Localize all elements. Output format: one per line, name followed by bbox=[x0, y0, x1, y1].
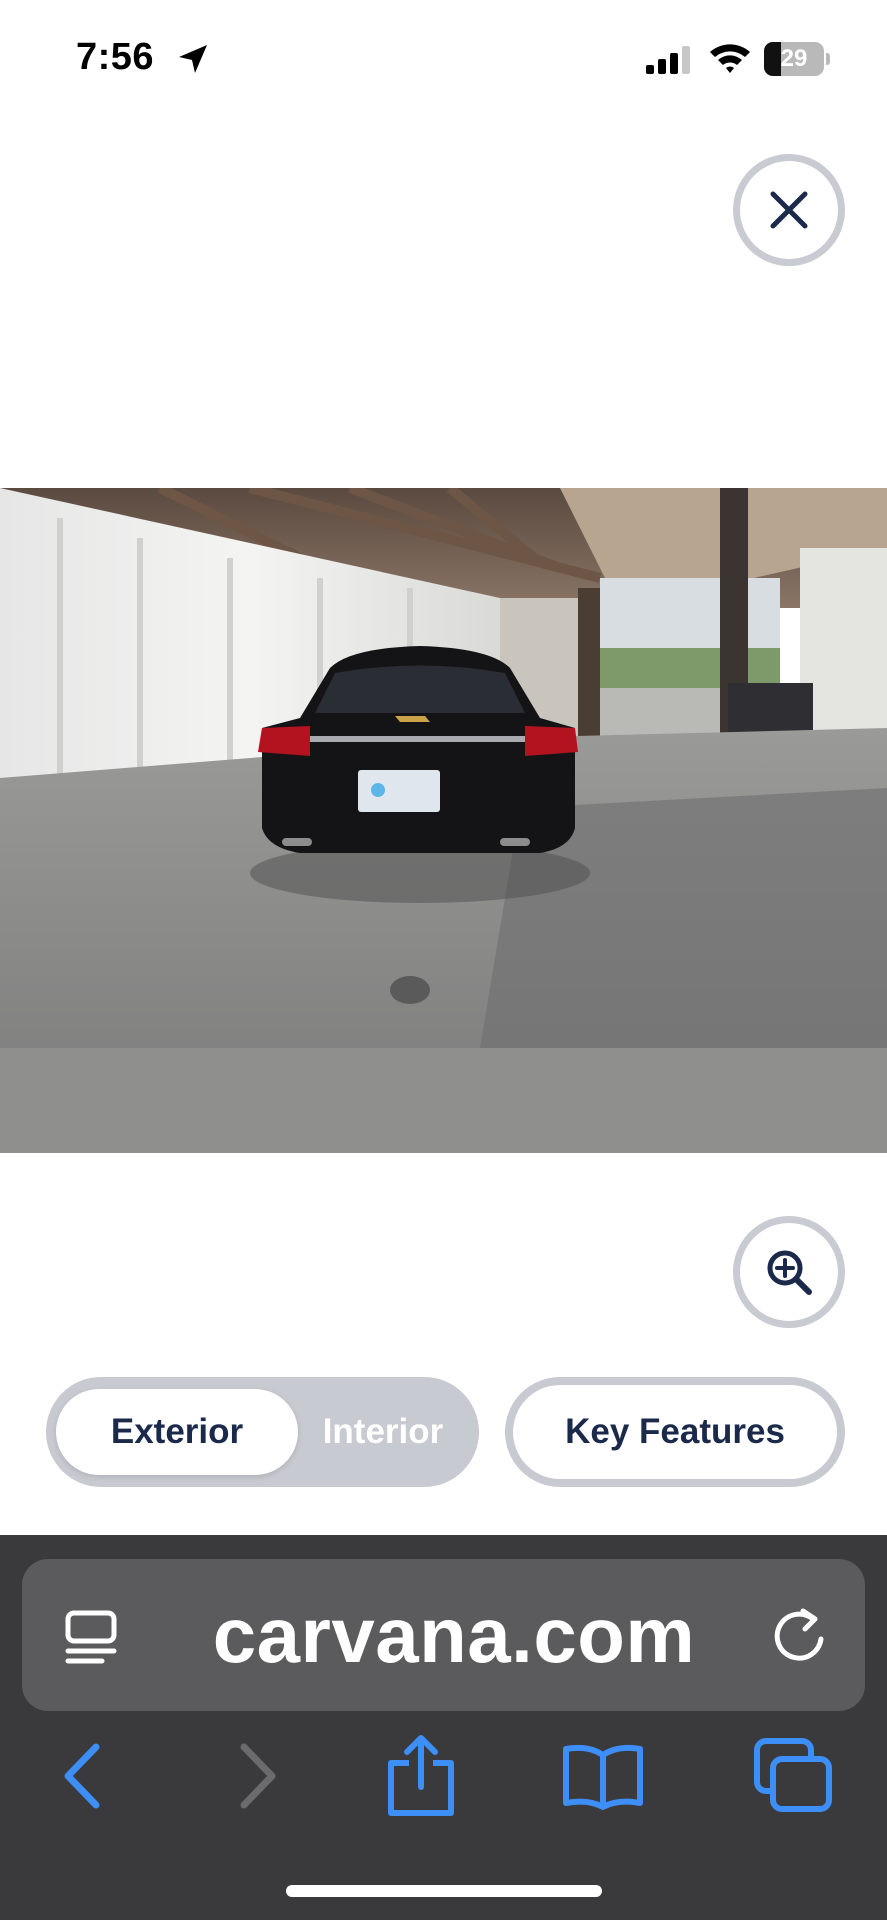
reader-mode-icon[interactable] bbox=[62, 1607, 122, 1667]
share-button[interactable] bbox=[376, 1731, 466, 1821]
tab-exterior[interactable]: Exterior bbox=[56, 1389, 298, 1475]
address-bar[interactable]: carvana.com bbox=[22, 1559, 865, 1711]
share-icon bbox=[388, 1735, 454, 1816]
bookmarks-button[interactable] bbox=[558, 1731, 648, 1821]
back-icon bbox=[64, 1743, 100, 1809]
battery-level: 29 bbox=[780, 45, 808, 72]
tabs-button[interactable] bbox=[748, 1731, 838, 1821]
forward-icon bbox=[240, 1743, 276, 1809]
battery-indicator: 29 bbox=[764, 42, 830, 76]
status-time: 7:56 bbox=[76, 36, 155, 78]
tab-interior[interactable]: Interior bbox=[298, 1389, 468, 1475]
forward-button[interactable] bbox=[212, 1731, 302, 1821]
bookmarks-icon bbox=[563, 1744, 643, 1810]
close-icon bbox=[770, 191, 808, 229]
battery-tip bbox=[826, 53, 830, 65]
close-button[interactable] bbox=[733, 154, 845, 266]
view-toggle: Exterior Interior bbox=[46, 1377, 479, 1487]
zoom-in-icon bbox=[767, 1250, 812, 1295]
wifi-icon bbox=[710, 44, 750, 73]
car-photo[interactable] bbox=[0, 488, 887, 1153]
car-photo-image bbox=[0, 488, 887, 1153]
home-indicator bbox=[286, 1885, 602, 1897]
browser-toolbar: carvana.com bbox=[0, 1535, 887, 1920]
status-bar: 7:56 29 bbox=[0, 0, 887, 120]
back-button[interactable] bbox=[38, 1731, 128, 1821]
tabs-icon bbox=[754, 1738, 832, 1812]
reload-icon[interactable] bbox=[767, 1603, 831, 1667]
key-features-button[interactable]: Key Features bbox=[505, 1377, 845, 1487]
zoom-in-button[interactable] bbox=[733, 1216, 845, 1328]
location-arrow-icon bbox=[179, 45, 207, 73]
url-text[interactable]: carvana.com bbox=[174, 1581, 734, 1689]
cellular-signal-icon bbox=[646, 46, 690, 74]
battery-body: 29 bbox=[764, 42, 824, 76]
